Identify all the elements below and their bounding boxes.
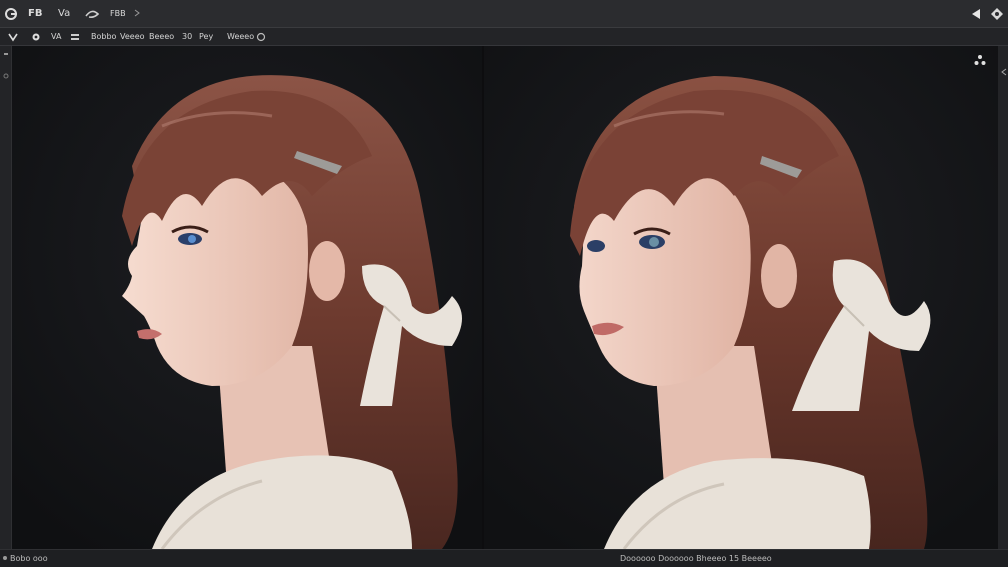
status-dot-icon bbox=[2, 555, 8, 561]
status-left-text: Bobo ooo bbox=[10, 554, 48, 563]
toolbar-item-5[interactable]: 30 bbox=[182, 30, 192, 44]
portrait-three-quarter-image bbox=[484, 46, 998, 549]
small-circle-icon[interactable] bbox=[3, 72, 9, 80]
left-tool-strip bbox=[0, 46, 12, 549]
settings-icon[interactable] bbox=[990, 7, 1004, 21]
toolbar-item-3[interactable]: Veeeo bbox=[120, 30, 145, 44]
menu-item-fbb[interactable]: FBB bbox=[110, 6, 126, 22]
pin-icon[interactable] bbox=[3, 52, 9, 58]
layers-icon[interactable] bbox=[70, 32, 80, 42]
toolbar-item-2[interactable]: Bobbo bbox=[91, 30, 116, 44]
target-icon[interactable] bbox=[31, 32, 41, 42]
circle-icon[interactable] bbox=[256, 32, 266, 42]
portrait-profile-image bbox=[12, 46, 482, 549]
toolbar-item-7[interactable]: Weeeo bbox=[227, 30, 254, 44]
image-panel-left[interactable] bbox=[12, 46, 482, 549]
brush-icon[interactable] bbox=[8, 32, 18, 42]
chevron-right-icon[interactable] bbox=[134, 9, 140, 17]
menu-item-fb[interactable]: FB bbox=[28, 6, 42, 22]
menu-item-va[interactable]: Va bbox=[58, 6, 70, 22]
share-icon[interactable] bbox=[974, 54, 986, 66]
collapse-icon[interactable] bbox=[1000, 68, 1008, 76]
right-tool-strip bbox=[998, 46, 1008, 549]
status-right-text: Doooooo Doooooo Bheeeo 15 Beeeeo bbox=[620, 554, 772, 563]
back-arrow-icon[interactable] bbox=[970, 8, 982, 20]
tool-bar: VA Bobbo Veeeo Beeeo 30 Pey Weeeo bbox=[0, 28, 1008, 46]
app-logo-icon[interactable] bbox=[4, 7, 18, 21]
swirl-icon[interactable] bbox=[84, 6, 100, 22]
top-bar: FB Va FBB bbox=[0, 0, 1008, 28]
toolbar-item-4[interactable]: Beeeo bbox=[149, 30, 174, 44]
toolbar-item-1[interactable]: VA bbox=[51, 30, 61, 44]
image-panel-right[interactable] bbox=[484, 46, 998, 549]
status-bar: Bobo ooo Doooooo Doooooo Bheeeo 15 Beeee… bbox=[0, 549, 1008, 567]
toolbar-item-6[interactable]: Pey bbox=[199, 30, 213, 44]
